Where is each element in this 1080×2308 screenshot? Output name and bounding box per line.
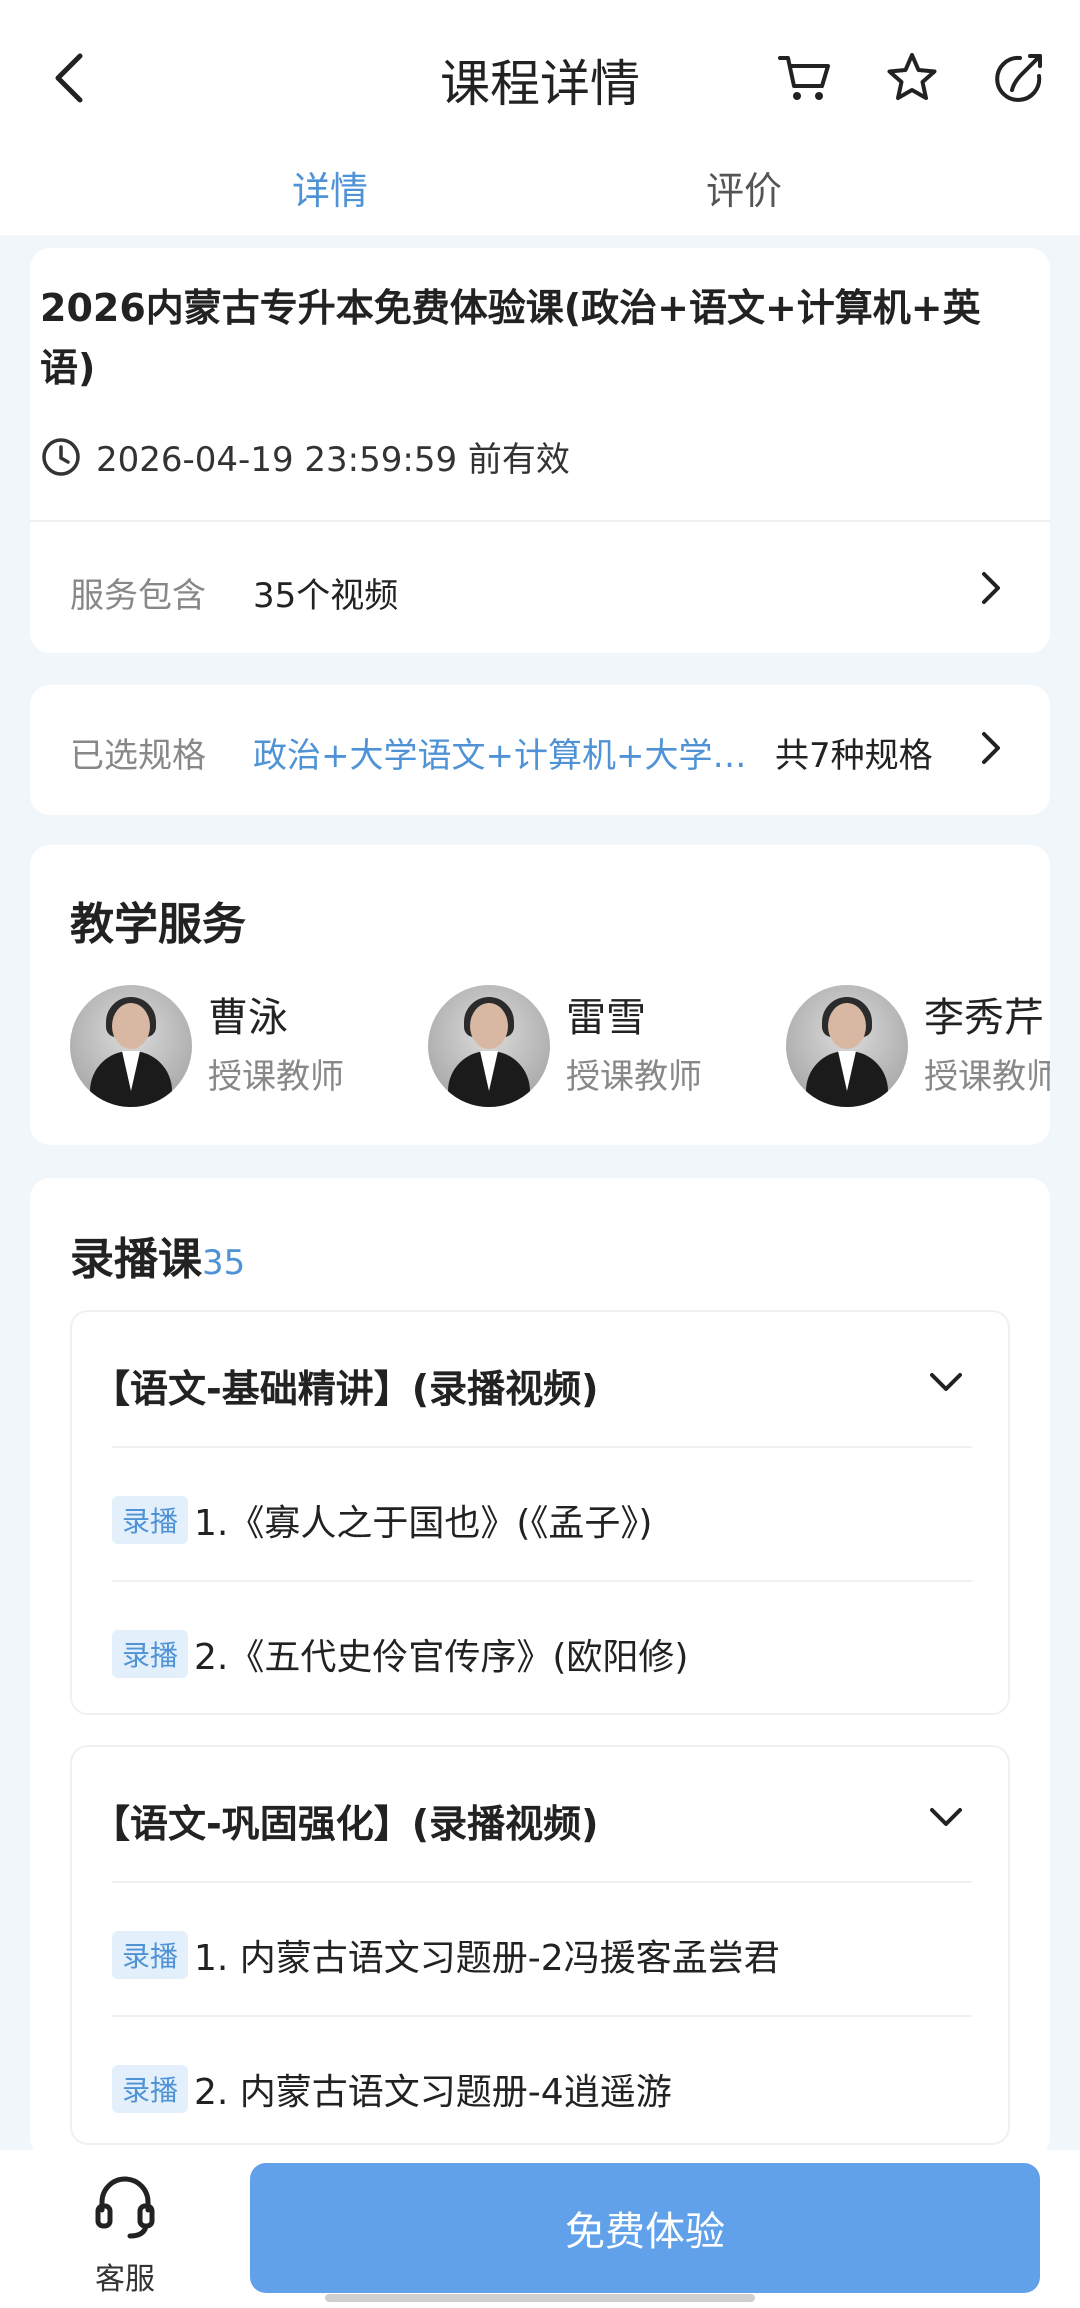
customer-service-label: 客服 [95, 2262, 155, 2297]
free-trial-button[interactable]: 免费体验 [250, 2163, 1040, 2293]
validity-row: 2026-04-19 23:59:59 前有效 [40, 432, 570, 481]
lesson-badge: 录播 [112, 1630, 189, 1678]
customer-service-button[interactable]: 客服 [60, 2172, 190, 2297]
validity-text: 2026-04-19 23:59:59 前有效 [96, 440, 570, 480]
lesson-badge: 录播 [112, 1931, 189, 1979]
teacher-name: 曹泳 [208, 995, 288, 1041]
recorded-title: 录播课 [70, 1234, 202, 1285]
group-title[interactable]: 【语文-基础精讲】(录播视频) [92, 1358, 599, 1413]
chevron-right-icon[interactable] [970, 568, 1010, 608]
lesson-group: 【语文-基础精讲】(录播视频) 录播 1.《寡人之于国也》(《孟子》) 录播 2… [70, 1310, 1010, 1715]
lesson-title: 2.《五代史伶官传序》(欧阳修) [194, 1637, 689, 1678]
course-title: 2026内蒙古专升本免费体验课(政治+语文+计算机+英语) [40, 286, 981, 390]
list-item[interactable]: 录播 2. 内蒙古语文习题册-4逍遥游 [112, 2063, 672, 2115]
lesson-title: 1.《寡人之于国也》(《孟子》) [194, 1503, 653, 1544]
share-icon[interactable] [986, 46, 1050, 110]
spec-label: 已选规格 [70, 736, 206, 776]
teacher-role: 授课教师 [208, 1057, 344, 1097]
home-indicator [325, 2294, 755, 2302]
tab-reviews[interactable]: 评价 [706, 160, 782, 215]
list-item[interactable]: 录播 2.《五代史伶官传序》(欧阳修) [112, 1628, 688, 1680]
divider [112, 1580, 972, 1582]
section-title-recorded: 录播课35 [70, 1223, 245, 1287]
avatar [428, 985, 550, 1107]
avatar [70, 985, 192, 1107]
chevron-right-icon[interactable] [970, 728, 1010, 768]
teacher-name: 李秀芹 [924, 995, 1044, 1041]
divider [112, 1881, 972, 1883]
header: 课程详情 详情 评价 [0, 0, 1080, 235]
teacher-card[interactable]: 雷雪 授课教师 [428, 985, 748, 1110]
teacher-name: 雷雪 [566, 995, 646, 1041]
group-title[interactable]: 【语文-巩固强化】(录播视频) [92, 1793, 599, 1848]
lesson-title: 1. 内蒙古语文习题册-2冯援客孟尝君 [194, 1938, 780, 1979]
avatar [786, 985, 908, 1107]
teacher-role: 授课教师 [566, 1057, 702, 1097]
divider [112, 1446, 972, 1448]
tab-details[interactable]: 详情 [292, 160, 368, 215]
list-item[interactable]: 录播 1.《寡人之于国也》(《孟子》) [112, 1494, 652, 1546]
clock-icon [42, 437, 80, 476]
cart-icon[interactable] [772, 46, 836, 110]
section-title-teaching: 教学服务 [70, 899, 246, 950]
recorded-count: 35 [202, 1243, 246, 1283]
service-value[interactable]: 35个视频 [253, 568, 398, 617]
headset-icon [95, 2176, 155, 2239]
chevron-down-icon[interactable] [924, 1795, 968, 1839]
divider [30, 520, 1050, 522]
teacher-card[interactable]: 李秀芹 授课教师 [786, 985, 1050, 1110]
list-item[interactable]: 录播 1. 内蒙古语文习题册-2冯援客孟尝君 [112, 1929, 780, 1981]
lesson-group: 【语文-巩固强化】(录播视频) 录播 1. 内蒙古语文习题册-2冯援客孟尝君 录… [70, 1745, 1010, 2145]
service-label: 服务包含 [70, 576, 206, 616]
spec-count[interactable]: 共7种规格 [775, 728, 933, 777]
divider [112, 2015, 972, 2017]
teacher-role: 授课教师 [924, 1057, 1050, 1097]
star-icon[interactable] [880, 46, 944, 110]
lesson-badge: 录播 [112, 1496, 189, 1544]
chevron-down-icon[interactable] [924, 1360, 968, 1404]
lesson-badge: 录播 [112, 2065, 189, 2113]
lesson-title: 2. 内蒙古语文习题册-4逍遥游 [194, 2072, 672, 2113]
teacher-card[interactable]: 曹泳 授课教师 [70, 985, 390, 1110]
spec-value[interactable]: 政治+大学语文+计算机+大学… [253, 728, 768, 777]
